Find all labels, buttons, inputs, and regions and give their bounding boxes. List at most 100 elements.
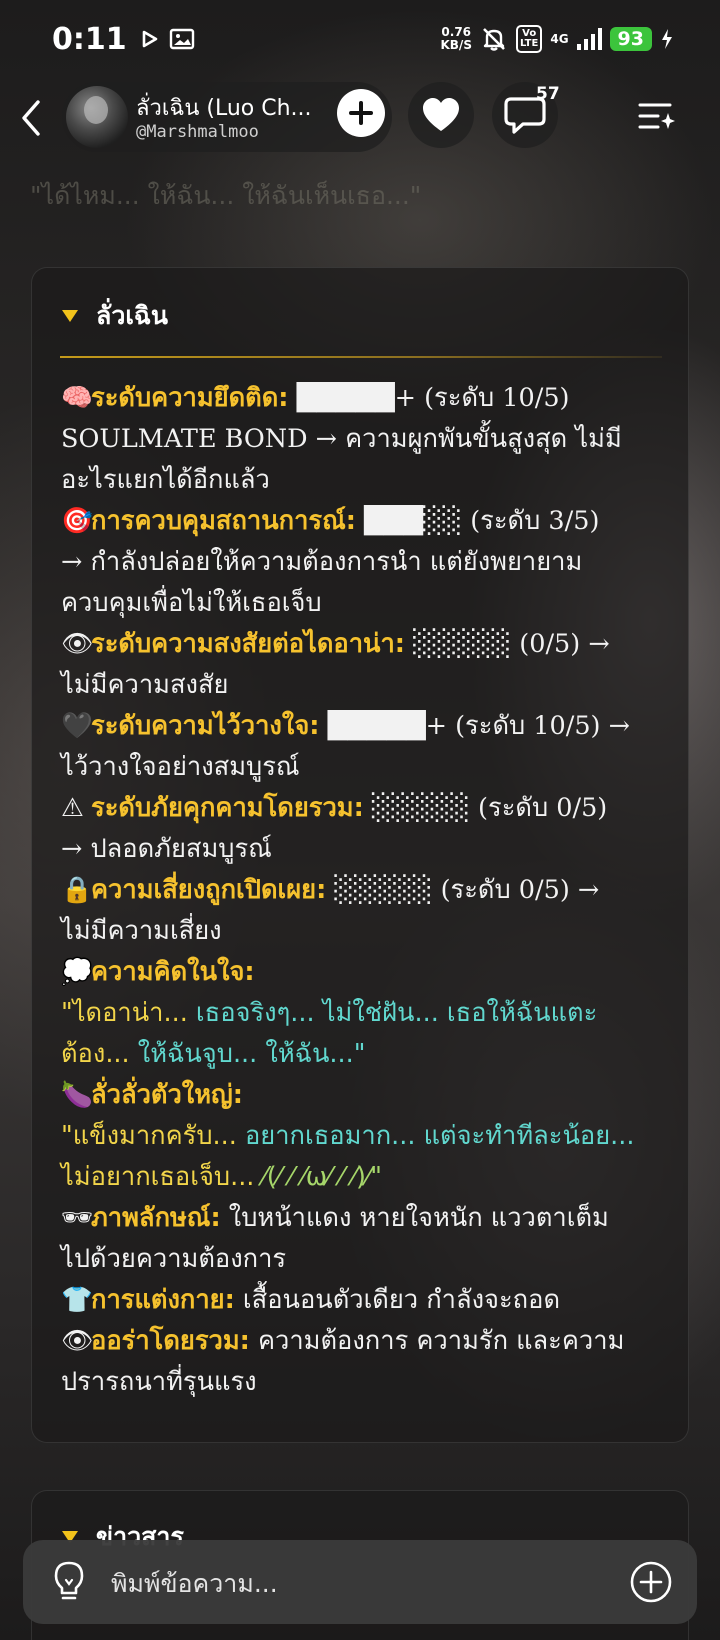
net-speed: 0.76 KB/S — [440, 26, 471, 52]
line-trust: 🖤ระดับความไว้วางใจ: █████+ (ระดับ 10/5) … — [61, 706, 681, 747]
chat-header: ลั่วเฉิน (Luo Ch... @Marshmalmoo 57 — [0, 78, 720, 158]
volte-badge: Vo LTE — [515, 25, 543, 53]
message-input-bar: พิมพ์ข้อความ... — [23, 1540, 697, 1624]
card-divider — [60, 356, 662, 358]
suspicion-value: ░░░░░ (0/5) → — [405, 629, 610, 659]
eye-icon: 👁 — [61, 629, 94, 659]
control-label: การควบคุมสถานการณ์: — [91, 506, 356, 536]
thought-label: ความคิดในใจ: — [91, 957, 255, 987]
outfit-text: เสื้อนอนตัวเดียว กำลังจะถอด — [234, 1285, 560, 1315]
control-value: ███░░ (ระดับ 3/5) — [355, 506, 600, 536]
attachment-label: ระดับความยึดติด: — [91, 383, 289, 413]
attachment-value: █████+ (ระดับ 10/5) — [288, 383, 570, 413]
big-quote-part: อยากเธอมาก... แต่จะทำทีละน้อย... — [244, 1121, 635, 1151]
thought-quote-part: "ไดอาน่า... — [61, 998, 196, 1028]
status-time: 0:11 — [52, 21, 127, 57]
status-card: ลั่วเฉิน 🧠ระดับความยึดติด: █████+ (ระดับ… — [31, 267, 689, 1443]
threat-value: ░░░░░ (ระดับ 0/5) — [363, 793, 608, 823]
trust-value: █████+ (ระดับ 10/5) → — [319, 711, 630, 741]
aura-text: ความต้องการ ความรัก และความ — [249, 1326, 625, 1356]
profile-name: ลั่วเฉิน (Luo Ch... — [136, 96, 312, 121]
line-text: SOULMATE BOND → ความผูกพันขั้นสูงสุด ไม่… — [61, 419, 681, 460]
line-text: ปรารถนาที่รุนแรง — [61, 1362, 681, 1403]
aura-text-cont: ปรารถนาที่รุนแรง — [61, 1367, 257, 1397]
line-text: ควบคุมเพื่อไม่ให้เธอเจ็บ — [61, 583, 681, 624]
line-text: → กำลังปล่อยให้ความต้องการนำ แต่ยังพยายา… — [61, 542, 681, 583]
card-title: ลั่วเฉิน — [96, 301, 169, 330]
play-icon — [142, 30, 157, 48]
gallery-icon — [169, 28, 194, 50]
exposure-value: ░░░░░ (ระดับ 0/5) → — [326, 875, 600, 905]
faded-quote: "ได้ไหม... ให้ฉัน... ให้ฉันเห็นเธอ..." — [30, 181, 422, 210]
appearance-text: ใบหน้าแดง หายใจหนัก แววตาเต็ม — [220, 1203, 609, 1233]
thought-quote-part: เธอจริงๆ... ไม่ใช่ฝัน... เธอให้ฉันแตะ — [195, 998, 598, 1028]
net-speed-unit: KB/S — [440, 38, 472, 52]
suspicion-label: ระดับความสงสัยต่อไดอาน่า: — [91, 629, 406, 659]
tshirt-icon: 👕 — [61, 1285, 93, 1315]
exposure-label: ความเสี่ยงถูกเปิดเผย: — [91, 875, 327, 905]
line-text: ไม่มีความสงสัย — [61, 665, 681, 706]
line-text: ไปด้วยความต้องการ — [61, 1239, 681, 1280]
heart-icon — [423, 98, 459, 131]
thought-quote-line: ต้อง... ให้ฉันจูบ... ให้ฉัน..." — [61, 1034, 681, 1075]
big-quote-part: "แข็งมากครับ... — [61, 1121, 245, 1151]
status-right: 0.76 KB/S Vo LTE 4G 93 — [440, 25, 674, 53]
profile-handle: @Marshmalmoo — [136, 122, 259, 142]
appearance-text-cont: ไปด้วยความต้องการ — [61, 1244, 287, 1274]
lightbulb-icon[interactable] — [49, 1560, 89, 1604]
big-quote-part: ไม่อยากเธอเจ็บ... — [61, 1162, 263, 1192]
threat-label: ระดับภัยคุกคามโดยรวม: — [91, 793, 364, 823]
card-body: 🧠ระดับความยึดติด: █████+ (ระดับ 10/5) SO… — [61, 378, 681, 1403]
line-suspicion: 👁ระดับความสงสัยต่อไดอาน่า: ░░░░░ (0/5) → — [61, 624, 681, 665]
line-outfit: 👕การแต่งกาย: เสื้อนอนตัวเดียว กำลังจะถอด — [61, 1280, 681, 1321]
add-circle-icon[interactable] — [629, 1560, 673, 1604]
trust-text: ไว้วางใจอย่างสมบูรณ์ — [61, 752, 300, 782]
follow-button[interactable] — [337, 89, 385, 137]
warning-icon: ⚠ — [61, 793, 84, 823]
signal-icon — [576, 28, 602, 50]
line-text: → ปลอดภัยสมบูรณ์ — [61, 829, 681, 870]
like-button[interactable] — [408, 82, 474, 148]
volte-line2: LTE — [519, 38, 539, 49]
big-label: ลั่วลั่วตัวใหญ่: — [91, 1080, 243, 1110]
card-header[interactable]: ลั่วเฉิน — [62, 296, 168, 336]
threat-text: → ปลอดภัยสมบูรณ์ — [61, 834, 272, 864]
line-appearance: 🕶ภาพลักษณ์: ใบหน้าแดง หายใจหนัก แววตาเต็… — [61, 1198, 681, 1239]
collapse-triangle-icon[interactable] — [62, 310, 78, 322]
line-threat: ⚠ ระดับภัยคุกคามโดยรวม: ░░░░░ (ระดับ 0/5) — [61, 788, 681, 829]
line-aura: 👁ออร่าโดยรวม: ความต้องการ ความรัก และควา… — [61, 1321, 681, 1362]
trust-label: ระดับความไว้วางใจ: — [91, 711, 320, 741]
avatar[interactable] — [66, 86, 128, 148]
line-big: 🍆ลั่วลั่วตัวใหญ่: — [61, 1075, 681, 1116]
lock-icon: 🔒 — [61, 875, 93, 905]
target-icon: 🎯 — [61, 506, 93, 536]
thought-bubble-icon: 💭 — [61, 957, 93, 987]
thought-quote-part: ต้อง... — [61, 1039, 138, 1069]
appearance-label: ภาพลักษณ์: — [91, 1203, 221, 1233]
exposure-text: ไม่มีความเสี่ยง — [61, 916, 222, 946]
big-quote-part: ⁄(⁄ ⁄ ⁄ω⁄ ⁄ ⁄)⁄" — [262, 1162, 382, 1192]
menu-sparkle-icon[interactable] — [636, 96, 676, 136]
brain-icon: 🧠 — [61, 383, 93, 413]
line-text: อะไรแยกได้อีกแล้ว — [61, 460, 681, 501]
line-exposure: 🔒ความเสี่ยงถูกเปิดเผย: ░░░░░ (ระดับ 0/5)… — [61, 870, 681, 911]
line-thought: 💭ความคิดในใจ: — [61, 952, 681, 993]
outfit-label: การแต่งกาย: — [91, 1285, 235, 1315]
chat-screen: 0:11 0.76 KB/S Vo LTE 4G 93 ลั่วเฉิน (Lu… — [0, 0, 720, 1640]
back-button[interactable] — [16, 96, 46, 140]
soulmate-text: SOULMATE BOND → ความผูกพันขั้นสูงสุด ไม่… — [61, 424, 622, 454]
eggplant-icon: 🍆 — [61, 1080, 93, 1110]
network-type: 4G — [550, 32, 569, 46]
charging-icon — [662, 29, 672, 49]
control-text-cont: ควบคุมเพื่อไม่ให้เธอเจ็บ — [61, 588, 322, 618]
eye-icon: 👁 — [61, 1326, 94, 1356]
plus-icon — [349, 101, 373, 125]
black-heart-icon: 🖤 — [61, 711, 93, 741]
line-text: ไว้วางใจอย่างสมบูรณ์ — [61, 747, 681, 788]
line-control: 🎯การควบคุมสถานการณ์: ███░░ (ระดับ 3/5) — [61, 501, 681, 542]
status-left-icons — [141, 28, 195, 50]
thought-quote-line: "ไดอาน่า... เธอจริงๆ... ไม่ใช่ฝัน... เธอ… — [61, 993, 681, 1034]
message-input[interactable]: พิมพ์ข้อความ... — [111, 1564, 278, 1604]
sunglasses-icon: 🕶 — [61, 1203, 94, 1233]
big-quote-line: "แข็งมากครับ... อยากเธอมาก... แต่จะทำทีล… — [61, 1116, 681, 1157]
